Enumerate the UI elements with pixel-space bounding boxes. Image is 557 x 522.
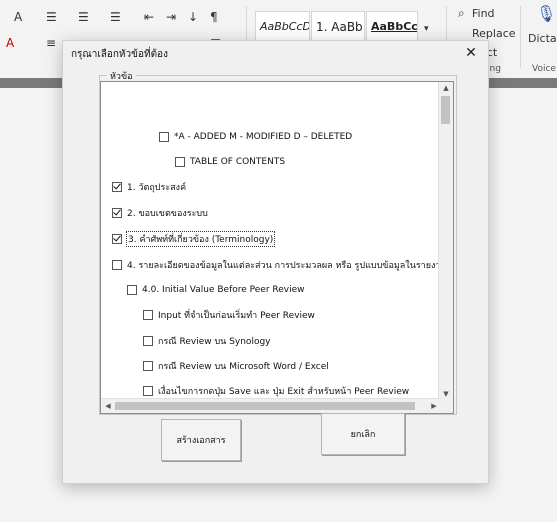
list-item-label: กรณี Review บน Microsoft Word / Excel: [158, 362, 329, 372]
align-left-icon[interactable]: ≡: [46, 36, 56, 50]
list-item-label: 4. รายละเอียดของข้อมูลในแต่ละส่วน การประ…: [127, 261, 447, 271]
bullets-icon[interactable]: ☰: [46, 10, 57, 24]
multilevel-list-icon[interactable]: ☰: [110, 10, 121, 24]
editing-group-label: ing: [487, 64, 501, 74]
list-item-label: TABLE OF CONTENTS: [190, 157, 286, 167]
voice-group-label: Voice: [532, 64, 556, 74]
select-topics-dialog: กรุณาเลือกหัวข้อที่ต้อง ✕ หัวข้อ *A - AD…: [62, 40, 489, 484]
list-item-label: *A - ADDED M - MODIFIED D – DELETED: [174, 132, 353, 142]
checkbox[interactable]: [112, 234, 122, 244]
horizontal-scrollbar[interactable]: ◀ ▶: [101, 398, 441, 413]
list-item[interactable]: กรณี Review บน Microsoft Word / Excel: [143, 359, 329, 373]
list-item[interactable]: เงื่อนไขการกดปุ่ม Save และ ปุ่ม Exit สำห…: [143, 384, 409, 398]
numbering-icon[interactable]: ☰: [78, 10, 89, 24]
font-color-icon[interactable]: A: [6, 36, 14, 50]
list-item-label: 1. วัตถุประสงค์: [127, 183, 187, 193]
scroll-down-icon[interactable]: ▼: [439, 390, 453, 398]
styles-more-icon[interactable]: ▾: [424, 24, 429, 34]
vertical-scrollbar[interactable]: ▲ ▼: [438, 82, 453, 400]
sort-icon[interactable]: ↓: [188, 10, 198, 24]
list-item[interactable]: Input ที่จำเป็นก่อนเริ่มทำ Peer Review: [143, 308, 315, 322]
show-formatting-icon[interactable]: ¶: [210, 10, 218, 24]
list-item[interactable]: 4. รายละเอียดของข้อมูลในแต่ละส่วน การประ…: [112, 258, 447, 272]
checkbox[interactable]: [143, 386, 153, 396]
scroll-up-icon[interactable]: ▲: [439, 84, 453, 92]
list-item[interactable]: *A - ADDED M - MODIFIED D – DELETED: [159, 130, 352, 144]
list-item-label: กรณี Review บน Synology: [158, 337, 271, 347]
list-item-label: 4.0. Initial Value Before Peer Review: [142, 285, 305, 295]
list-item[interactable]: 1. วัตถุประสงค์: [112, 180, 186, 194]
checkbox[interactable]: [112, 182, 122, 192]
list-item-label: 2. ขอบเขตของระบบ: [127, 209, 208, 219]
checkbox[interactable]: [159, 132, 169, 142]
list-item-label: Input ที่จำเป็นก่อนเริ่มทำ Peer Review: [158, 311, 315, 321]
close-icon[interactable]: ✕: [460, 42, 482, 64]
checkbox[interactable]: [112, 260, 122, 270]
topics-listbox[interactable]: *A - ADDED M - MODIFIED D – DELETED TABL…: [100, 81, 454, 414]
replace-button[interactable]: Replace: [472, 27, 516, 40]
decrease-indent-icon[interactable]: ⇤: [144, 10, 154, 24]
scrollbar-corner: [439, 399, 453, 413]
list-item[interactable]: 4.0. Initial Value Before Peer Review: [127, 283, 305, 297]
list-item[interactable]: 2. ขอบเขตของระบบ: [112, 206, 208, 220]
list-item[interactable]: TABLE OF CONTENTS: [175, 155, 285, 169]
checkbox[interactable]: [143, 336, 153, 346]
find-button[interactable]: Find: [472, 7, 495, 20]
vertical-scroll-thumb[interactable]: [441, 96, 450, 124]
checkbox[interactable]: [143, 361, 153, 371]
dialog-title: กรุณาเลือกหัวข้อที่ต้อง: [71, 49, 168, 60]
increase-indent-icon[interactable]: ⇥: [166, 10, 176, 24]
list-item[interactable]: 3. คำศัพท์ที่เกี่ยวข้อง (Terminology): [112, 231, 276, 247]
checkbox[interactable]: [175, 157, 185, 167]
find-icon[interactable]: ⌕: [458, 6, 465, 21]
cancel-button[interactable]: ยกเลิก: [321, 413, 405, 455]
list-item-label: 3. คำศัพท์ที่เกี่ยวข้อง (Terminology): [125, 231, 276, 247]
create-document-button[interactable]: สร้างเอกสาร: [161, 419, 241, 461]
checkbox[interactable]: [112, 208, 122, 218]
horizontal-scroll-thumb[interactable]: [115, 402, 415, 410]
checkbox[interactable]: [127, 285, 137, 295]
separator: [520, 6, 521, 68]
microphone-icon[interactable]: 🎙: [536, 4, 556, 23]
dictate-button[interactable]: Dictate: [528, 32, 557, 45]
clear-formatting-icon[interactable]: A: [14, 10, 22, 24]
scroll-left-icon[interactable]: ◀: [101, 402, 115, 410]
list-item[interactable]: กรณี Review บน Synology: [143, 334, 271, 348]
list-item-label: เงื่อนไขการกดปุ่ม Save และ ปุ่ม Exit สำห…: [158, 387, 410, 397]
checkbox[interactable]: [143, 310, 153, 320]
